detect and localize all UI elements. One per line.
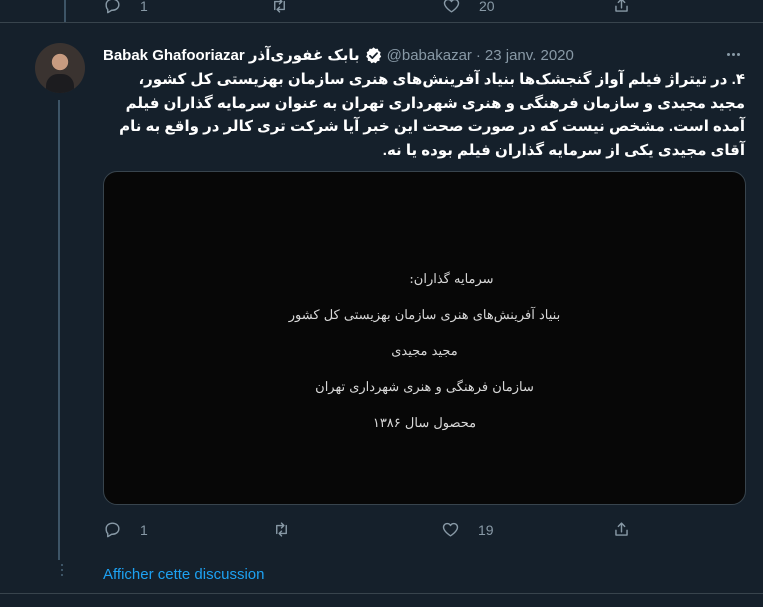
like-button[interactable]: 19 [441,520,494,539]
retweet-button[interactable] [270,0,307,15]
share-icon [615,0,628,12]
reply-button[interactable]: 1 [103,0,148,15]
credit-line: مجید مجیدی [391,344,458,359]
retweet-icon [274,0,285,13]
credit-line: سازمان فرهنگی و هنری شهرداری تهران [315,380,534,395]
tweet[interactable]: Babak Ghafooriazar بابک غفوری‌آذر @babak… [0,22,763,607]
avatar[interactable] [35,43,85,93]
credit-line: سرمایه گذاران: [409,272,494,287]
credit-line: محصول سال ۱۳۸۶ [372,416,477,431]
tweet-header: Babak Ghafooriazar بابک غفوری‌آذر @babak… [103,44,574,66]
user-handle[interactable]: @babakazar [387,47,472,64]
tweet-date[interactable]: 23 janv. 2020 [485,47,574,64]
like-count: 19 [478,521,494,538]
retweet-icon [276,522,287,537]
show-thread-link[interactable]: Afficher cette discussion [103,566,264,583]
previous-tweet-actions: 1 20 [0,0,763,22]
reply-icon [105,0,120,14]
media-credits: سرمایه گذاران: بنیاد آفرینش‌های هنری ساز… [104,262,745,442]
thread-connector-line [58,100,60,560]
reply-button[interactable]: 1 [103,520,148,539]
reply-count: 1 [140,0,148,14]
thread-connector-line [64,0,66,22]
reply-count: 1 [140,521,148,538]
reply-icon [105,522,120,538]
verified-icon [365,46,381,63]
more-button[interactable] [721,42,745,66]
more-icon [726,52,730,56]
like-icon [443,0,460,13]
share-button[interactable] [612,520,631,539]
retweet-button[interactable] [272,520,309,539]
display-name[interactable]: Babak Ghafooriazar بابک غفوری‌آذر [103,46,360,64]
tweet-actions: 1 19 [0,515,763,547]
share-button[interactable] [612,0,631,15]
like-icon [442,522,459,537]
tweet-media[interactable]: سرمایه گذاران: بنیاد آفرینش‌های هنری ساز… [103,171,746,505]
credit-line: بنیاد آفرینش‌های هنری سازمان بهزیستی کل … [288,308,561,323]
thread-dots [61,564,63,576]
tweet-divider [0,593,763,594]
share-icon [615,522,628,536]
like-count: 20 [479,0,495,14]
tweet-text: ۴. در تیتراژ فیلم آواز گنجشک‌ها بنیاد آف… [119,71,745,159]
like-button[interactable]: 20 [442,0,495,15]
separator-dot: · [475,46,481,64]
